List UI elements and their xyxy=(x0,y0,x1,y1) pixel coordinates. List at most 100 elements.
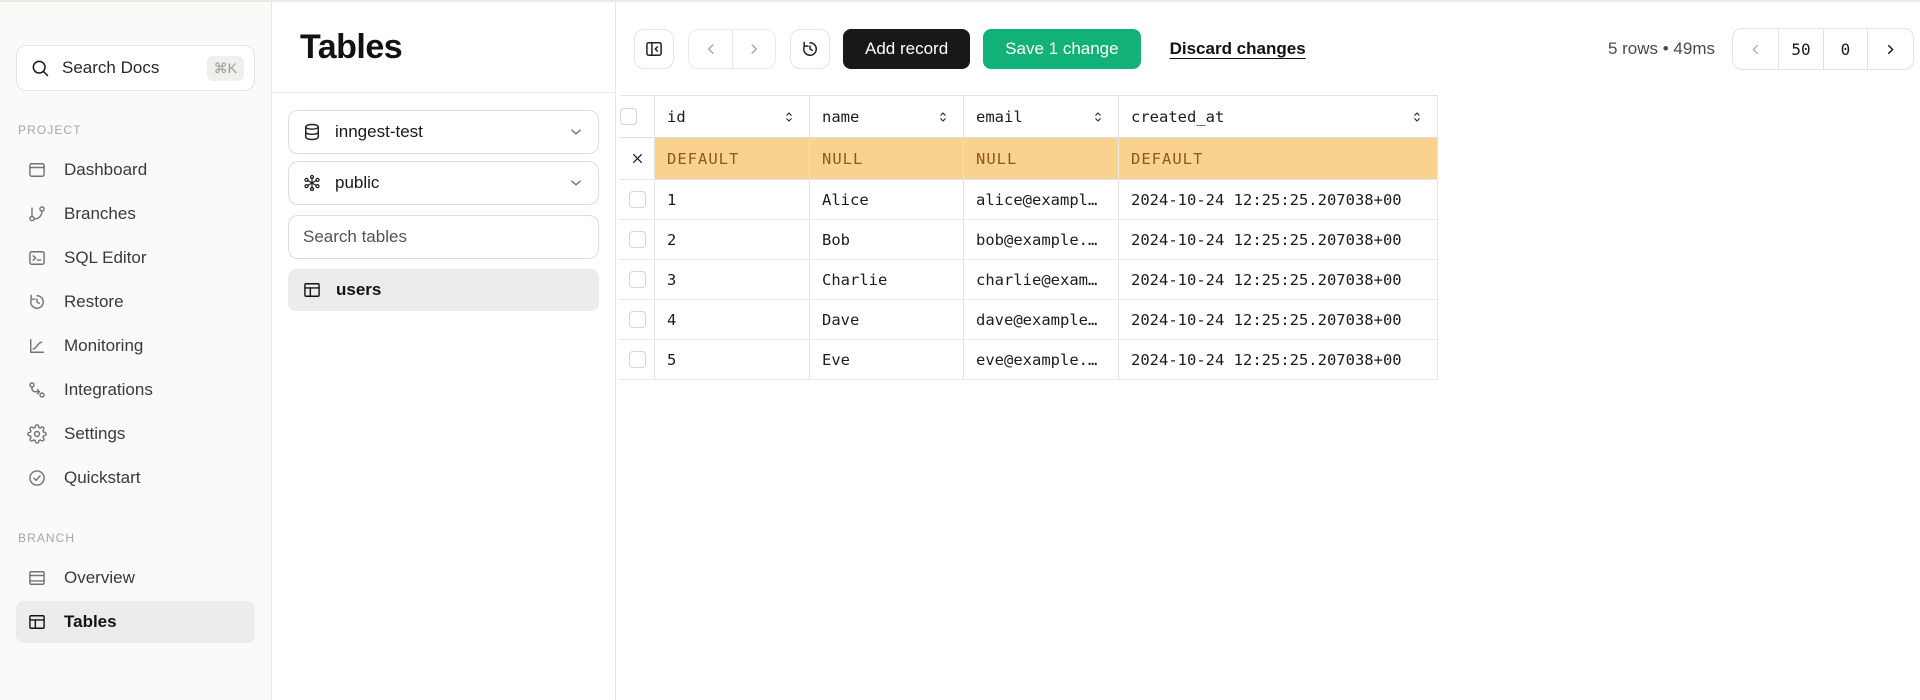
table-cell[interactable]: Eve xyxy=(810,340,964,380)
table-cell[interactable]: 2024-10-24 12:25:25.207038+00 xyxy=(1119,220,1438,260)
sort-icon xyxy=(1090,109,1106,125)
sidebar-item-quickstart[interactable]: Quickstart xyxy=(16,457,255,499)
nav-back-button[interactable] xyxy=(689,30,732,68)
table-cell[interactable]: 5 xyxy=(655,340,810,380)
column-header-id[interactable]: id xyxy=(655,96,810,138)
chevron-left-icon xyxy=(702,40,720,58)
sidebar-item-tables[interactable]: Tables xyxy=(16,601,255,643)
sidebar-item-restore[interactable]: Restore xyxy=(16,281,255,323)
nav-forward-button[interactable] xyxy=(732,30,775,68)
sidebar-item-label: Branches xyxy=(64,204,136,224)
row-checkbox[interactable] xyxy=(629,311,646,328)
database-selector[interactable]: inngest-test xyxy=(288,110,599,154)
sort-icon xyxy=(935,109,951,125)
page-next-button[interactable] xyxy=(1868,29,1913,69)
pending-cell[interactable]: NULL xyxy=(964,138,1119,180)
page-size-field[interactable]: 50 xyxy=(1778,29,1823,69)
query-status-text: 5 rows • 49ms xyxy=(1608,39,1715,59)
pending-cell[interactable]: NULL xyxy=(810,138,964,180)
sidebar-item-branches[interactable]: Branches xyxy=(16,193,255,235)
panel-controls: inngest-test public users xyxy=(272,93,615,311)
column-header-label: id xyxy=(667,108,686,126)
sidebar-item-overview[interactable]: Overview xyxy=(16,557,255,599)
sidebar-item-monitoring[interactable]: Monitoring xyxy=(16,325,255,367)
integrations-icon xyxy=(27,380,47,400)
sidebar-section-title: PROJECT xyxy=(18,123,255,137)
sort-icon xyxy=(781,109,797,125)
tables-icon xyxy=(302,280,322,300)
table-list-item-users[interactable]: users xyxy=(288,269,599,311)
search-docs-button[interactable]: Search Docs ⌘K xyxy=(16,45,255,91)
table-cell[interactable]: charlie@exam… xyxy=(964,260,1119,300)
column-header-created_at[interactable]: created_at xyxy=(1119,96,1438,138)
schema-selector[interactable]: public xyxy=(288,161,599,205)
table-cell[interactable]: 2 xyxy=(655,220,810,260)
table-cell[interactable]: Charlie xyxy=(810,260,964,300)
sidebar-item-sql-editor[interactable]: SQL Editor xyxy=(16,237,255,279)
toolbar-right: 5 rows • 49ms 50 0 xyxy=(1608,28,1914,70)
table-cell[interactable]: 4 xyxy=(655,300,810,340)
pending-cell[interactable]: DEFAULT xyxy=(1119,138,1438,180)
pagination-group: 50 0 xyxy=(1732,28,1914,70)
row-select-cell xyxy=(620,220,655,260)
close-icon xyxy=(629,150,646,167)
page-offset-field[interactable]: 0 xyxy=(1823,29,1868,69)
page-title: Tables xyxy=(300,28,615,67)
main-content: Add record Save 1 change Discard changes… xyxy=(616,2,1920,700)
sidebar-section-title: BRANCH xyxy=(18,531,255,545)
table-cell[interactable]: 3 xyxy=(655,260,810,300)
sidebar-item-settings[interactable]: Settings xyxy=(16,413,255,455)
quickstart-icon xyxy=(27,468,47,488)
pending-cell[interactable]: DEFAULT xyxy=(655,138,810,180)
add-record-button[interactable]: Add record xyxy=(843,29,970,69)
collapse-panel-button[interactable] xyxy=(634,29,674,69)
table-cell[interactable]: alice@exampl… xyxy=(964,180,1119,220)
monitoring-icon xyxy=(27,336,47,356)
branches-icon xyxy=(27,204,47,224)
sidebar-item-dashboard[interactable]: Dashboard xyxy=(16,149,255,191)
chevron-right-icon xyxy=(745,40,763,58)
schema-icon xyxy=(302,173,322,193)
chevron-down-icon xyxy=(567,123,585,141)
table-cell[interactable]: 2024-10-24 12:25:25.207038+00 xyxy=(1119,180,1438,220)
panel-left-collapse-icon xyxy=(644,39,664,59)
sidebar-item-label: Dashboard xyxy=(64,160,147,180)
settings-icon xyxy=(27,424,47,444)
table-cell[interactable]: Alice xyxy=(810,180,964,220)
chevron-right-icon xyxy=(1882,41,1899,58)
table-cell[interactable]: 1 xyxy=(655,180,810,220)
row-select-cell xyxy=(620,340,655,380)
page-prev-button[interactable] xyxy=(1733,29,1778,69)
save-changes-button[interactable]: Save 1 change xyxy=(983,29,1140,69)
table-cell[interactable]: bob@example.… xyxy=(964,220,1119,260)
table-cell[interactable]: 2024-10-24 12:25:25.207038+00 xyxy=(1119,340,1438,380)
sidebar-item-label: Restore xyxy=(64,292,124,312)
table-cell[interactable]: 2024-10-24 12:25:25.207038+00 xyxy=(1119,300,1438,340)
table-cell[interactable]: eve@example.… xyxy=(964,340,1119,380)
sidebar-item-label: Overview xyxy=(64,568,135,588)
sidebar-item-label: Quickstart xyxy=(64,468,141,488)
row-select-cell xyxy=(620,300,655,340)
table-cell[interactable]: Dave xyxy=(810,300,964,340)
column-header-label: created_at xyxy=(1131,108,1224,126)
remove-pending-row-button[interactable] xyxy=(620,138,655,180)
select-all-checkbox[interactable] xyxy=(620,108,637,125)
discard-changes-link[interactable]: Discard changes xyxy=(1170,39,1306,59)
row-checkbox[interactable] xyxy=(629,351,646,368)
table-cell[interactable]: Bob xyxy=(810,220,964,260)
search-docs-label: Search Docs xyxy=(62,58,159,78)
sidebar-item-integrations[interactable]: Integrations xyxy=(16,369,255,411)
database-icon xyxy=(302,122,322,142)
row-checkbox[interactable] xyxy=(629,231,646,248)
table-cell[interactable]: dave@example… xyxy=(964,300,1119,340)
column-header-email[interactable]: email xyxy=(964,96,1119,138)
overview-icon xyxy=(27,568,47,588)
row-checkbox[interactable] xyxy=(629,191,646,208)
table-cell[interactable]: 2024-10-24 12:25:25.207038+00 xyxy=(1119,260,1438,300)
column-header-name[interactable]: name xyxy=(810,96,964,138)
sort-icon xyxy=(1409,109,1425,125)
history-button[interactable] xyxy=(790,29,830,69)
search-tables-input[interactable] xyxy=(288,215,599,259)
tables-panel: Tables inngest-test public users xyxy=(272,2,616,700)
row-checkbox[interactable] xyxy=(629,271,646,288)
